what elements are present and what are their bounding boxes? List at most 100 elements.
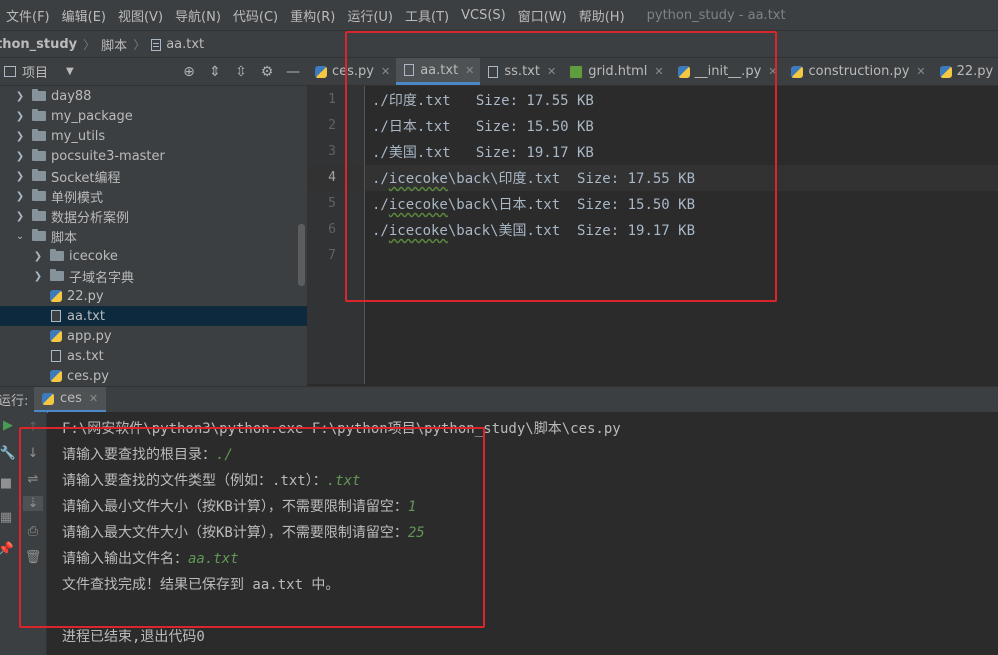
breadcrumb-project[interactable]: thon_study <box>0 37 77 52</box>
line-number: 7 <box>328 248 336 263</box>
tree-item[interactable]: ❯ icecoke <box>0 246 307 266</box>
wrench-icon[interactable]: 🔧 <box>0 446 18 461</box>
menu-code[interactable]: 代码(C) <box>227 6 284 25</box>
tree-item[interactable]: ❯ day88 <box>0 86 307 106</box>
python-file-icon <box>791 65 804 78</box>
chevron-right-icon[interactable]: ❯ <box>14 151 26 162</box>
window-title: python_study - aa.txt <box>646 7 786 23</box>
menu-window[interactable]: 窗口(W) <box>512 6 573 25</box>
chevron-right-icon[interactable]: ❯ <box>14 91 26 102</box>
tree-scrollbar[interactable] <box>298 224 305 286</box>
tree-item[interactable]: ❯ pocsuite3-master <box>0 146 307 166</box>
tree-item-label: app.py <box>67 328 112 344</box>
pin-icon[interactable]: 📌 <box>0 542 16 557</box>
close-icon[interactable]: ✕ <box>916 65 925 78</box>
menu-tools[interactable]: 工具(T) <box>399 6 455 25</box>
menu-bar: 文件(F) 编辑(E) 视图(V) 导航(N) 代码(C) 重构(R) 运行(U… <box>0 0 998 30</box>
menu-run[interactable]: 运行(U) <box>341 6 399 25</box>
layout-icon[interactable]: ▦ <box>0 510 16 525</box>
chevron-right-icon[interactable]: ❯ <box>14 111 26 122</box>
tree-item-label: icecoke <box>69 248 118 264</box>
python-file-icon <box>315 65 327 78</box>
tree-item[interactable]: ❯ my_package <box>0 106 307 126</box>
chevron-right-icon[interactable]: ❯ <box>14 191 26 202</box>
run-tab-label: ces <box>60 391 82 406</box>
line-number: 1 <box>328 92 336 107</box>
tree-item[interactable]: app.py <box>0 326 307 346</box>
folder-icon <box>32 189 46 201</box>
text-file-icon <box>51 310 61 322</box>
tree-item-label: 22.py <box>67 288 104 304</box>
folder-icon <box>32 209 46 221</box>
breadcrumb-folder[interactable]: 脚本 <box>101 35 127 54</box>
breadcrumb-file[interactable]: aa.txt <box>166 37 204 52</box>
tree-item-selected[interactable]: aa.txt <box>0 306 307 326</box>
menu-view[interactable]: 视图(V) <box>112 6 169 25</box>
line-number: 6 <box>328 222 336 237</box>
tree-item[interactable]: ❯ my_utils <box>0 126 307 146</box>
locate-file-icon[interactable]: ⊕ <box>181 64 197 80</box>
run-tab-ces[interactable]: ces ✕ <box>34 387 107 413</box>
python-file-icon <box>50 290 62 302</box>
tree-item-label: 子域名字典 <box>69 270 135 286</box>
tree-item-label: 脚本 <box>51 230 78 246</box>
chevron-down-icon[interactable]: ⌄ <box>14 231 26 242</box>
chevron-down-icon[interactable]: ▼ <box>66 66 74 77</box>
expand-all-icon[interactable]: ⇕ <box>207 64 223 80</box>
menu-refactor[interactable]: 重构(R) <box>284 6 341 25</box>
tab-construction-py[interactable]: construction.py ✕ <box>783 58 931 85</box>
tree-item-label: pocsuite3-master <box>51 148 165 164</box>
chevron-right-icon[interactable]: ❯ <box>32 271 44 282</box>
tree-item-label: Socket编程 <box>51 170 121 186</box>
python-file-icon <box>939 65 952 78</box>
tab-22-py[interactable]: 22.py <box>932 58 998 85</box>
python-file-icon <box>42 392 54 405</box>
tree-item[interactable]: as.txt <box>0 346 307 366</box>
chevron-right-icon[interactable]: ❯ <box>32 251 44 262</box>
tree-item[interactable]: ❯ 单例模式 <box>0 186 307 206</box>
stop-icon[interactable]: ■ <box>0 476 16 491</box>
tree-item-label: as.txt <box>67 348 104 364</box>
folder-icon <box>32 169 46 181</box>
tree-item-label: 单例模式 <box>51 190 104 206</box>
tree-item[interactable]: 22.py <box>0 286 307 306</box>
rerun-icon[interactable]: ▶ <box>0 418 18 433</box>
project-panel-title[interactable]: 项目 <box>22 62 48 81</box>
tree-item-label: ces.py <box>67 368 109 384</box>
close-icon[interactable]: ✕ <box>89 392 98 405</box>
console-exit-line: 进程已结束,退出代码0 <box>62 629 205 645</box>
folder-icon <box>50 249 64 261</box>
line-number: 4 <box>328 170 336 185</box>
tree-item-label: my_utils <box>51 128 106 144</box>
chevron-right-icon[interactable]: ❯ <box>14 211 26 222</box>
minimize-icon[interactable]: — <box>285 64 301 80</box>
tree-item[interactable]: ❯ Socket编程 <box>0 166 307 186</box>
folder-icon <box>32 229 46 241</box>
menu-help[interactable]: 帮助(H) <box>573 6 631 25</box>
folder-icon <box>32 89 46 101</box>
folder-icon <box>50 269 64 281</box>
tree-item[interactable]: ❯ 子域名字典 <box>0 266 307 286</box>
project-view-icon <box>4 66 16 77</box>
chevron-right-icon[interactable]: ❯ <box>14 171 26 182</box>
menu-edit[interactable]: 编辑(E) <box>56 6 112 25</box>
chevron-right-icon[interactable]: ❯ <box>14 131 26 142</box>
tree-item[interactable]: ❯ 数据分析案例 <box>0 206 307 226</box>
tab-label: 22.py <box>956 64 994 79</box>
python-file-icon <box>50 330 62 342</box>
tree-item-label: aa.txt <box>67 308 105 324</box>
menu-file[interactable]: 文件(F) <box>0 6 56 25</box>
annotation-box-console <box>19 427 485 628</box>
menu-navigate[interactable]: 导航(N) <box>169 6 227 25</box>
breadcrumb-separator-icon: 〉 <box>83 37 96 52</box>
tree-item[interactable]: ces.py <box>0 366 307 386</box>
tree-item-label: day88 <box>51 88 92 104</box>
line-number: 3 <box>328 144 336 159</box>
collapse-all-icon[interactable]: ⇳ <box>233 64 249 80</box>
tree-item[interactable]: ⌄ 脚本 <box>0 226 307 246</box>
gear-icon[interactable]: ⚙ <box>259 64 275 80</box>
run-toolbar-primary: ▶ 🔧 ■ ▦ 📌 <box>0 412 20 655</box>
folder-icon <box>32 129 46 141</box>
menu-vcs[interactable]: VCS(S) <box>455 8 512 23</box>
python-file-icon <box>50 370 62 382</box>
